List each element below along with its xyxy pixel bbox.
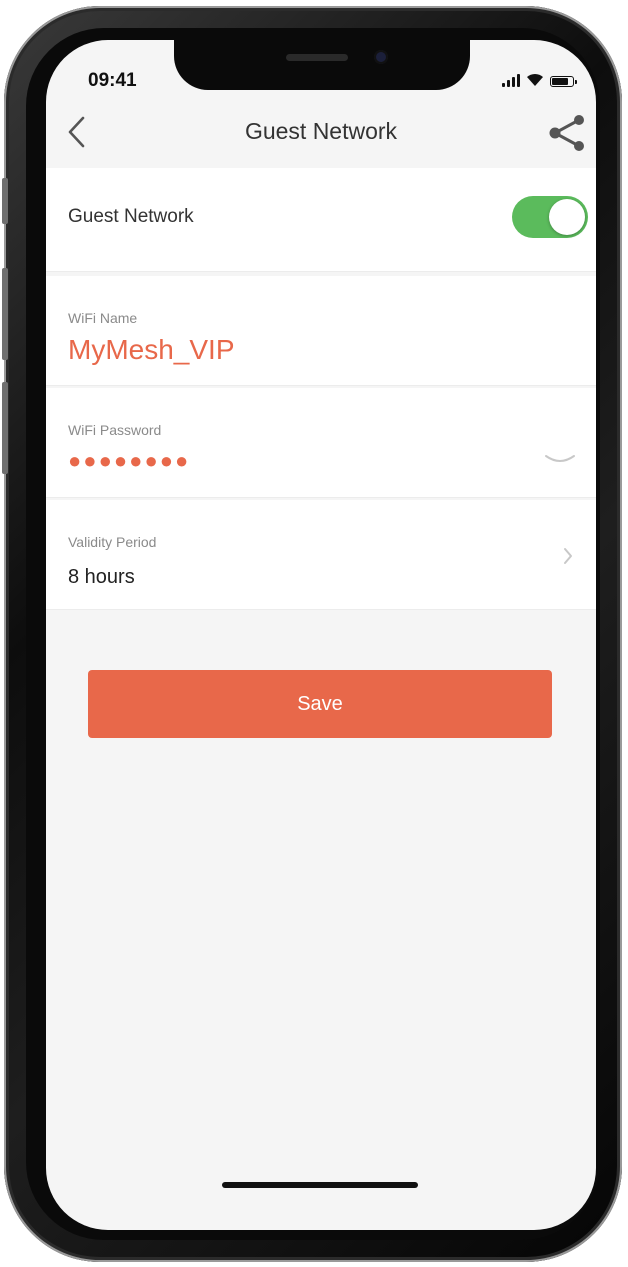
share-button[interactable] <box>544 110 590 156</box>
wifi-name-label: WiFi Name <box>68 310 138 326</box>
app-screen: 09:41 Guest Network Guest Network WiFi N… <box>46 40 596 1230</box>
validity-period-value: 8 hours <box>68 566 135 588</box>
wifi-signal-icon <box>527 73 543 86</box>
wifi-password-value[interactable]: ●●●●●●●● <box>68 448 190 474</box>
validity-period-label: Validity Period <box>68 534 157 550</box>
status-icons <box>502 73 577 87</box>
volume-down-button <box>2 382 8 474</box>
battery-icon <box>550 76 577 87</box>
validity-period-row[interactable]: Validity Period 8 hours <box>46 500 596 610</box>
volume-up-button <box>2 268 8 360</box>
notch <box>174 40 470 90</box>
wifi-name-value[interactable]: MyMesh_VIP <box>68 334 235 366</box>
front-camera <box>374 50 388 64</box>
share-icon <box>549 115 584 151</box>
page-title: Guest Network <box>244 118 398 144</box>
toggle-knob <box>549 199 585 235</box>
wifi-password-label: WiFi Password <box>68 422 162 438</box>
wifi-password-row[interactable]: WiFi Password ●●●●●●●● <box>46 388 596 498</box>
cellular-signal-icon <box>502 74 520 87</box>
chevron-right-icon <box>564 548 572 564</box>
speaker-grille <box>286 54 348 61</box>
navigation-bar: Guest Network <box>46 102 596 162</box>
status-time: 09:41 <box>88 70 137 91</box>
eye-closed-icon[interactable] <box>542 450 578 470</box>
guest-network-label: Guest Network <box>68 206 194 227</box>
wifi-name-row[interactable]: WiFi Name MyMesh_VIP <box>46 276 596 386</box>
guest-network-row: Guest Network <box>46 168 596 272</box>
save-button[interactable]: Save <box>88 670 552 738</box>
device-frame: 09:41 Guest Network Guest Network WiFi N… <box>0 0 628 1267</box>
home-indicator[interactable] <box>222 1182 418 1188</box>
mute-switch <box>2 178 8 224</box>
guest-network-toggle[interactable] <box>512 196 588 238</box>
